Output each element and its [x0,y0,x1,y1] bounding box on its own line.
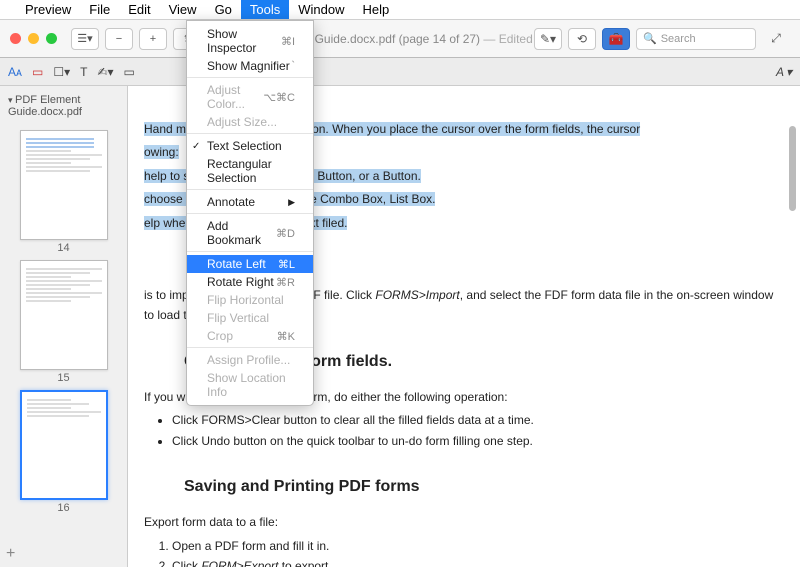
menu-edit[interactable]: Edit [119,0,159,19]
menu-item-show-inspector[interactable]: Show Inspector⌘I [187,25,313,57]
maximize-window-icon[interactable] [46,33,57,44]
menu-item-assign-profile: Assign Profile... [187,351,313,369]
page-thumbnail[interactable] [20,130,108,240]
page-number-label: 15 [0,372,127,384]
sign-button[interactable]: ✍︎▾ [97,65,113,79]
menu-go[interactable]: Go [206,0,241,19]
add-page-button[interactable]: + [6,545,15,563]
page-number-label: 14 [0,242,127,254]
menu-item-rotate-left[interactable]: Rotate Left⌘L [187,255,313,273]
menu-window[interactable]: Window [289,0,353,19]
bullet-list: Click FORMS>Clear button to clear all th… [144,410,784,451]
menu-item-adjust-size: Adjust Size... [187,113,313,134]
menu-item-flip-horizontal: Flip Horizontal [187,291,313,309]
redact-button[interactable]: ▭ [32,65,43,79]
menu-help[interactable]: Help [354,0,399,19]
shapes-button[interactable]: ☐▾ [53,65,70,79]
menubar: Preview File Edit View Go Tools Window H… [0,0,800,20]
highlight-button[interactable]: ✎▾ [534,28,562,50]
window-controls [10,33,57,44]
fullscreen-button[interactable]: ⤢ [762,28,790,50]
markup-bar: Aᴀ ▭ ☐▾ T ✍︎▾ ▭ A ▾ [0,58,800,86]
menu-tools[interactable]: Tools [241,0,289,19]
page-number-label: 16 [0,502,127,514]
menu-item-rectangular-selection[interactable]: Rectangular Selection [187,155,313,190]
body-text: Export form data to a file: [144,512,784,532]
tools-dropdown: Show Inspector⌘IShow Magnifier` Adjust Co… [186,20,314,406]
menu-item-crop: Crop⌘K [187,327,313,348]
close-window-icon[interactable] [10,33,21,44]
menu-view[interactable]: View [160,0,206,19]
text-button[interactable]: T [80,65,87,79]
page-thumbnail[interactable] [20,260,108,370]
scrollbar[interactable] [787,86,797,567]
text-style-button[interactable]: Aᴀ [8,65,22,79]
markup-toolbar-button[interactable]: 🧰 [602,28,630,50]
menu-item-show-magnifier[interactable]: Show Magnifier` [187,57,313,78]
menu-item-text-selection[interactable]: ✓Text Selection [187,137,313,155]
minimize-window-icon[interactable] [28,33,39,44]
menu-item-adjust-color: Adjust Color...⌥⌘C [187,81,313,113]
font-style-dropdown[interactable]: A ▾ [776,65,792,79]
sidebar-view-button[interactable]: ☰▾ [71,28,99,50]
menu-item-flip-vertical: Flip Vertical [187,309,313,327]
note-button[interactable]: ▭ [124,65,135,79]
menu-item-rotate-right[interactable]: Rotate Right⌘R [187,273,313,291]
content-area: PDF Element Guide.docx.pdf 14 15 16 + Ha… [0,86,800,567]
scroll-thumb[interactable] [789,126,796,211]
page-thumbnail[interactable] [20,390,108,500]
rotate-button[interactable]: ⟲ [568,28,596,50]
zoom-in-button[interactable]: + [139,28,167,50]
menu-file[interactable]: File [80,0,119,19]
thumbnail-sidebar[interactable]: PDF Element Guide.docx.pdf 14 15 16 + [0,86,128,567]
search-input[interactable]: 🔍 Search [636,28,756,50]
menu-item-show-location-info: Show Location Info [187,369,313,401]
numbered-list: Open a PDF form and fill it in. Click FO… [144,536,784,567]
menu-item-add-bookmark[interactable]: Add Bookmark⌘D [187,217,313,252]
section-heading: Saving and Printing PDF forms [184,473,784,500]
menu-item-annotate[interactable]: Annotate▶ [187,193,313,214]
highlighted-text: owing: [144,145,179,159]
sidebar-doc-title: PDF Element Guide.docx.pdf [0,92,127,124]
zoom-out-button[interactable]: − [105,28,133,50]
toolbar: ☰▾ − + ⇪ Element Guide.docx.pdf (page 14… [0,20,800,58]
search-icon: 🔍 [643,32,657,45]
menu-preview[interactable]: Preview [16,0,80,19]
